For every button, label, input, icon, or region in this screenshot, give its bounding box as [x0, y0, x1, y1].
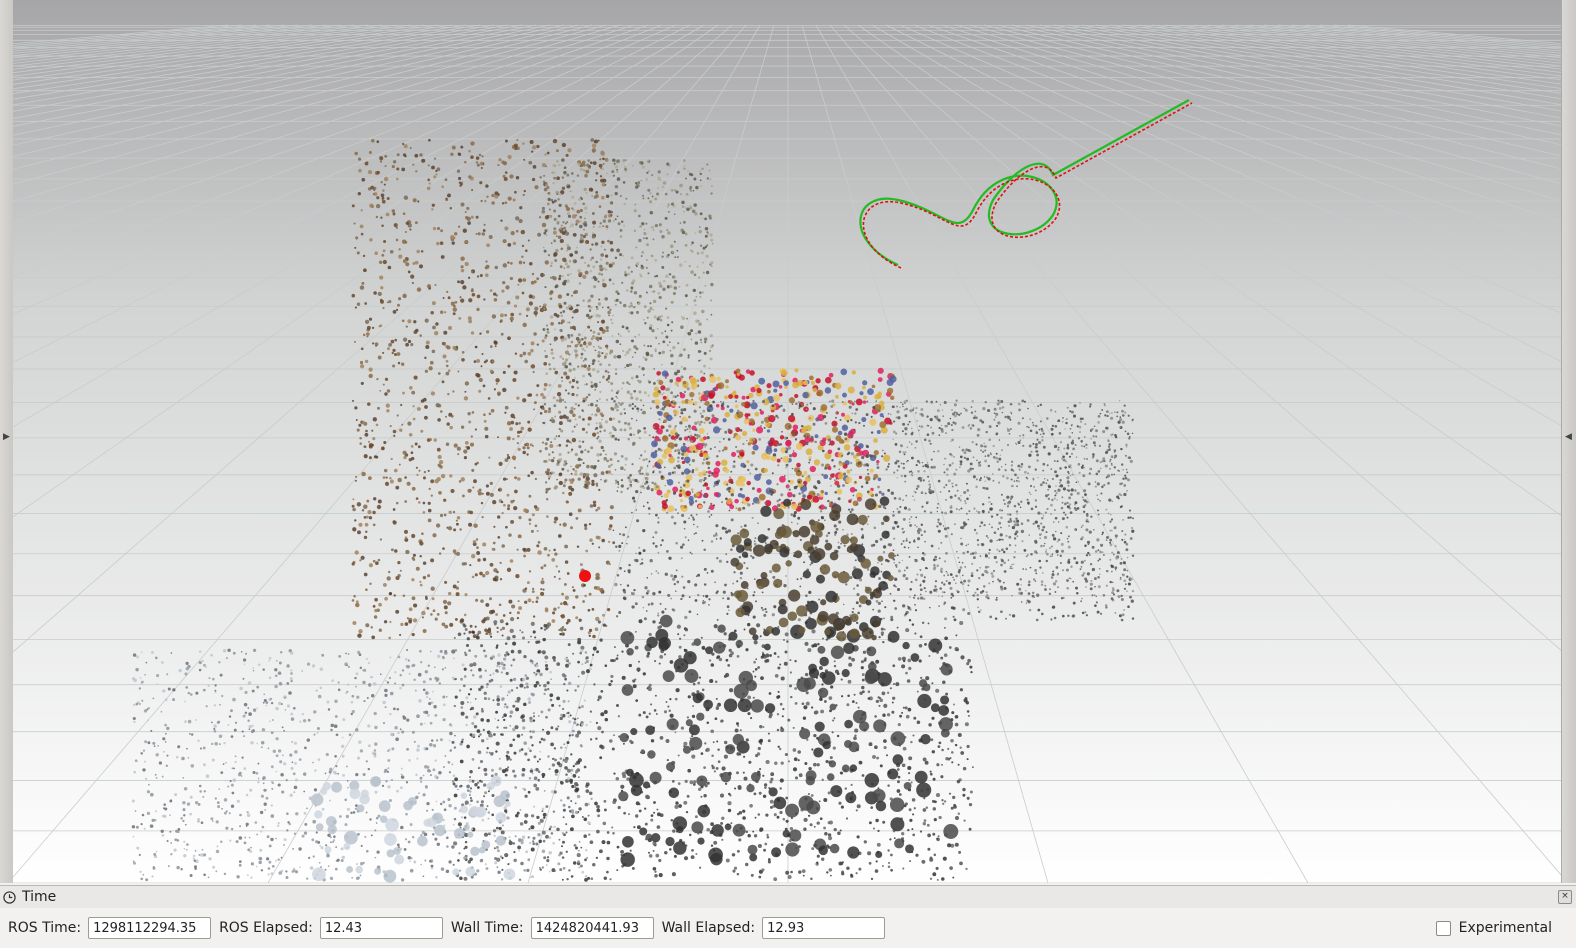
- wall-elapsed-label: Wall Elapsed:: [661, 920, 756, 936]
- close-icon[interactable]: ×: [1558, 890, 1572, 904]
- rviz-window: ▶ ◀ Time × ROS Time: 1298112294.35 ROS E…: [0, 0, 1576, 948]
- clock-icon: [3, 890, 16, 904]
- wall-time-field[interactable]: [530, 917, 654, 939]
- ros-time-label: ROS Time:: [8, 920, 82, 936]
- 3d-render-viewport[interactable]: [13, 0, 1562, 883]
- left-panel-splitter[interactable]: ▶: [0, 0, 14, 883]
- ros-elapsed-label: ROS Elapsed:: [219, 920, 313, 936]
- ros-elapsed-field[interactable]: [319, 917, 443, 939]
- time-panel: ROS Time: ROS Elapsed: Wall Time: Wall E…: [0, 908, 1576, 948]
- point-cloud-scene[interactable]: [13, 0, 1562, 883]
- experimental-checkbox[interactable]: [1435, 920, 1451, 936]
- chevron-left-icon[interactable]: ◀: [1562, 432, 1575, 442]
- right-panel-splitter[interactable]: ◀: [1561, 0, 1576, 883]
- ros-time-field[interactable]: [88, 917, 212, 939]
- position-marker: [579, 570, 591, 582]
- wall-time-label: Wall Time:: [450, 920, 524, 936]
- time-panel-header: Time ×: [0, 885, 1576, 908]
- chevron-right-icon[interactable]: ▶: [0, 432, 13, 442]
- panel-title: Time: [22, 889, 57, 905]
- experimental-label: Experimental: [1458, 920, 1552, 936]
- experimental-option[interactable]: Experimental: [1435, 920, 1552, 936]
- wall-elapsed-field[interactable]: [762, 917, 886, 939]
